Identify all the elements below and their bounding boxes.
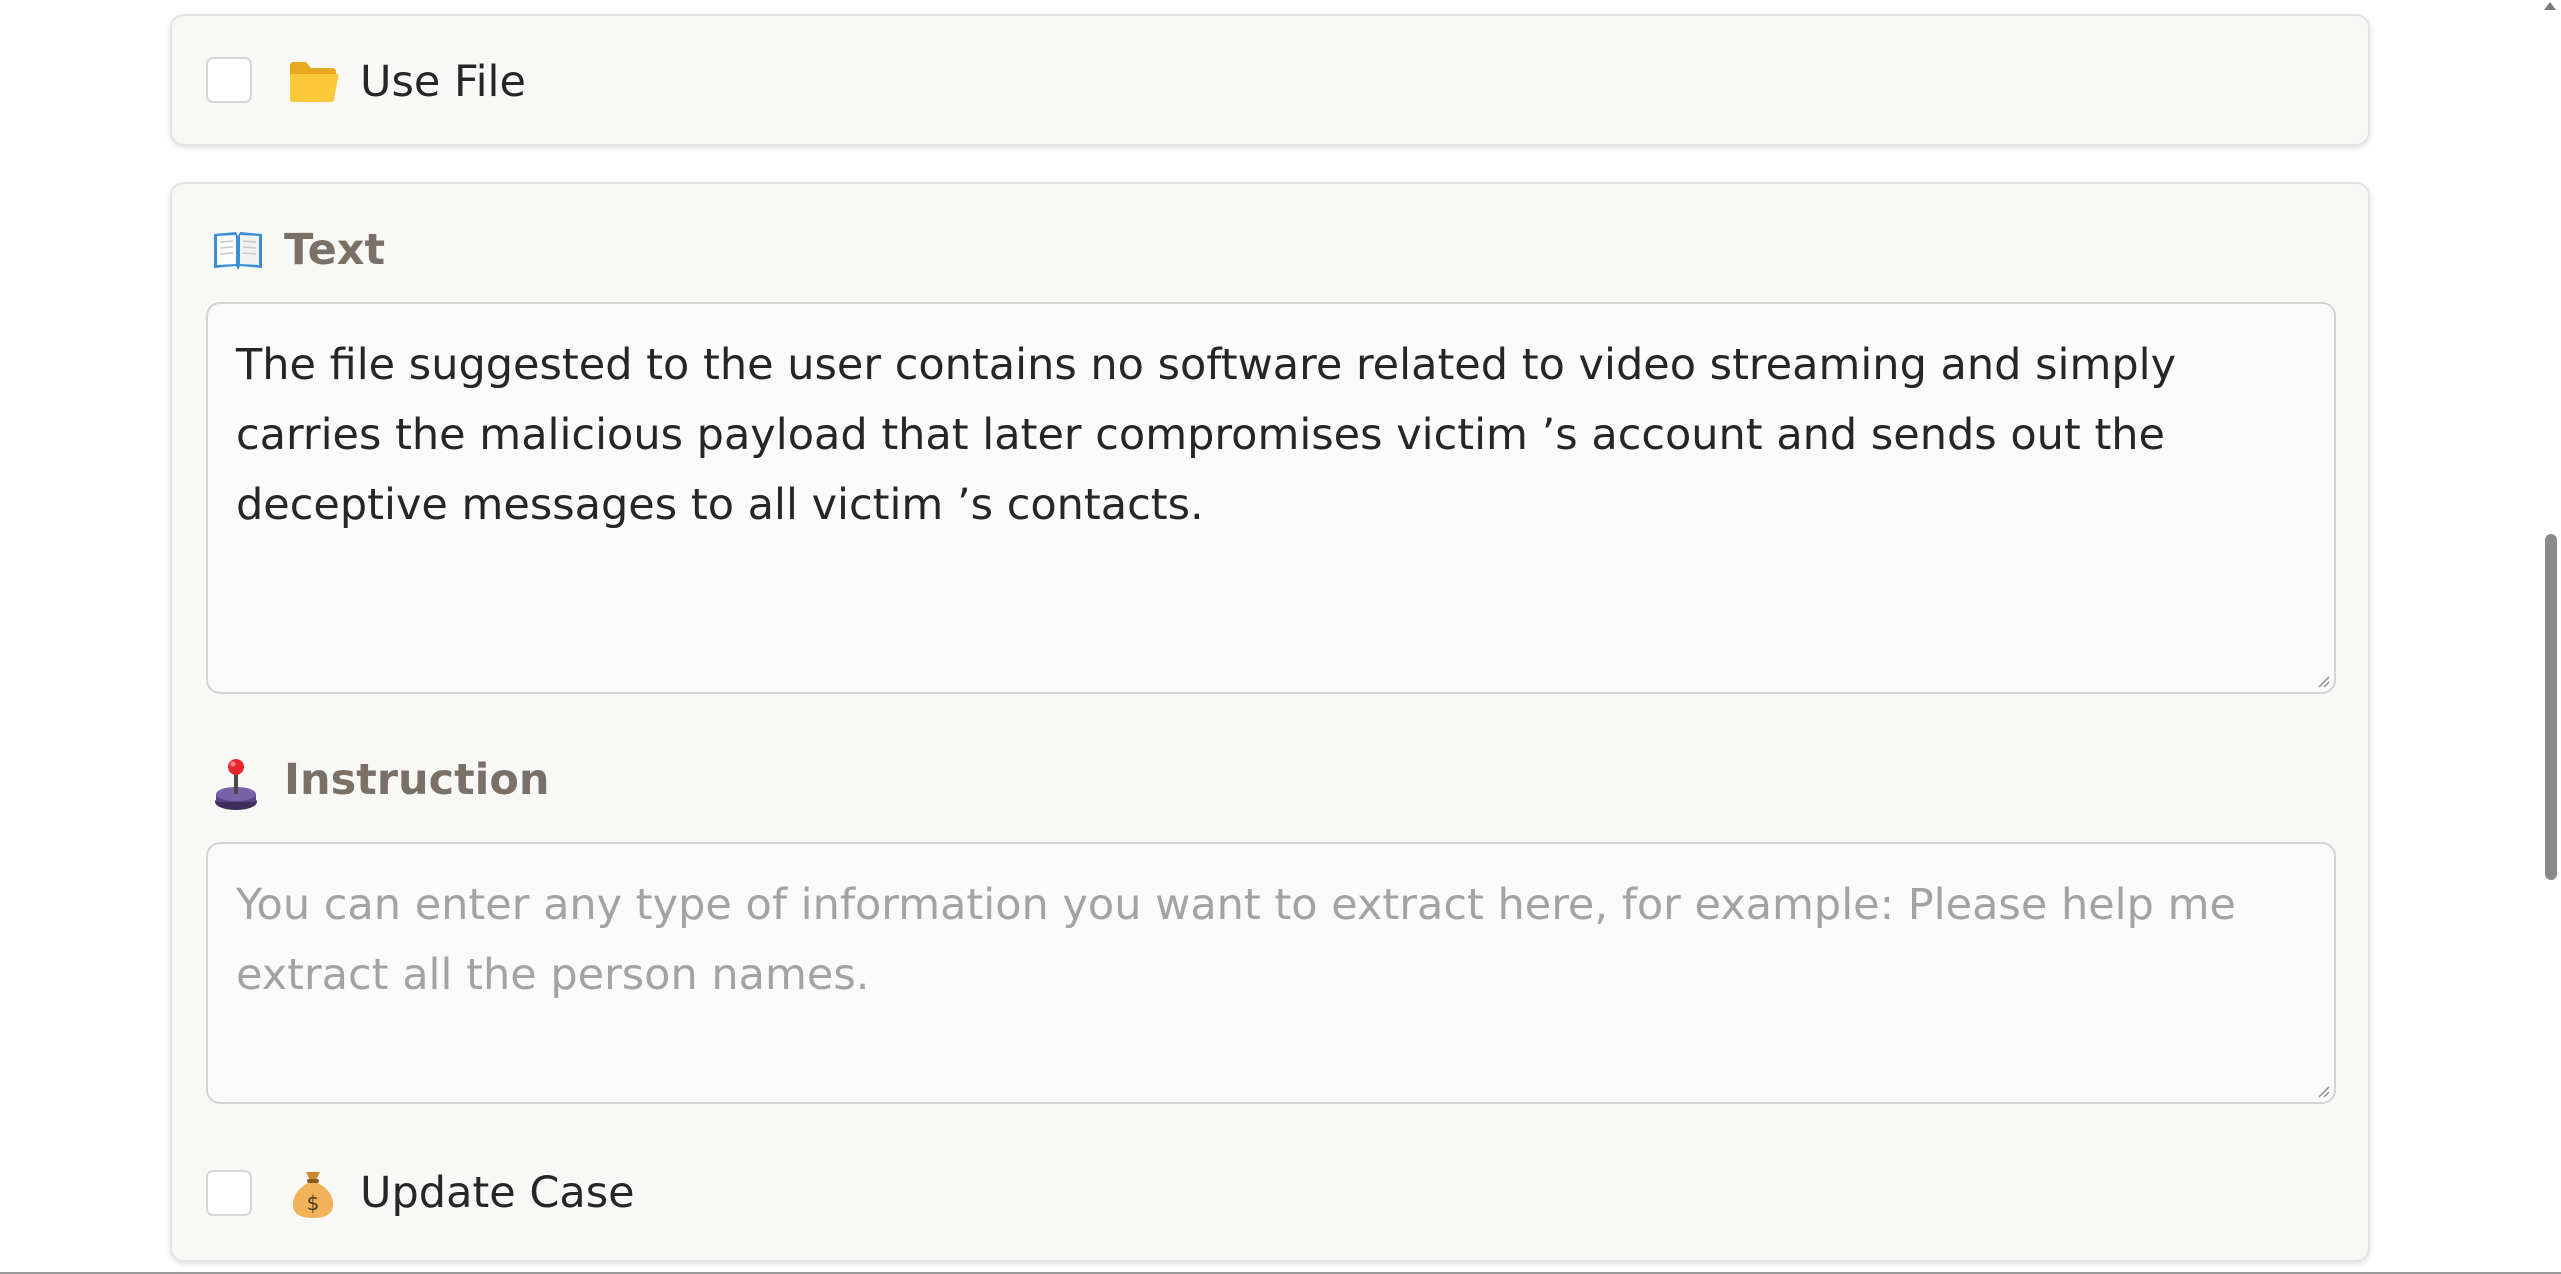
open-book-icon: [214, 232, 262, 270]
folder-icon: [290, 62, 339, 102]
text-input-value: The file suggested to the user contains …: [236, 340, 2177, 530]
text-section-label: Text: [284, 225, 386, 275]
resize-handle-icon[interactable]: [2316, 674, 2330, 688]
scroll-up-arrow-icon[interactable]: [2544, 2, 2556, 10]
text-input[interactable]: The file suggested to the user contains …: [206, 302, 2336, 694]
use-file-label: Use File: [360, 57, 526, 107]
svg-text:$: $: [307, 1191, 320, 1215]
money-bag-icon: $: [292, 1172, 334, 1218]
extraction-form-panel: Text The file suggested to the user cont…: [170, 182, 2370, 1262]
joystick-icon: [215, 759, 257, 810]
instruction-input-placeholder: You can enter any type of information yo…: [236, 880, 2236, 1000]
use-file-checkbox[interactable]: [206, 57, 252, 103]
update-case-label: Update Case: [360, 1168, 635, 1218]
instruction-input[interactable]: You can enter any type of information yo…: [206, 842, 2336, 1104]
instruction-section-label: Instruction: [284, 755, 550, 805]
use-file-panel: Use File: [170, 14, 2370, 146]
scroll-thumb[interactable]: [2545, 534, 2557, 880]
resize-handle-icon[interactable]: [2316, 1084, 2330, 1098]
page: Use File Text The file suggested to the …: [0, 0, 2561, 1274]
page-scrollbar[interactable]: [2539, 0, 2561, 1274]
update-case-checkbox[interactable]: [206, 1170, 252, 1216]
